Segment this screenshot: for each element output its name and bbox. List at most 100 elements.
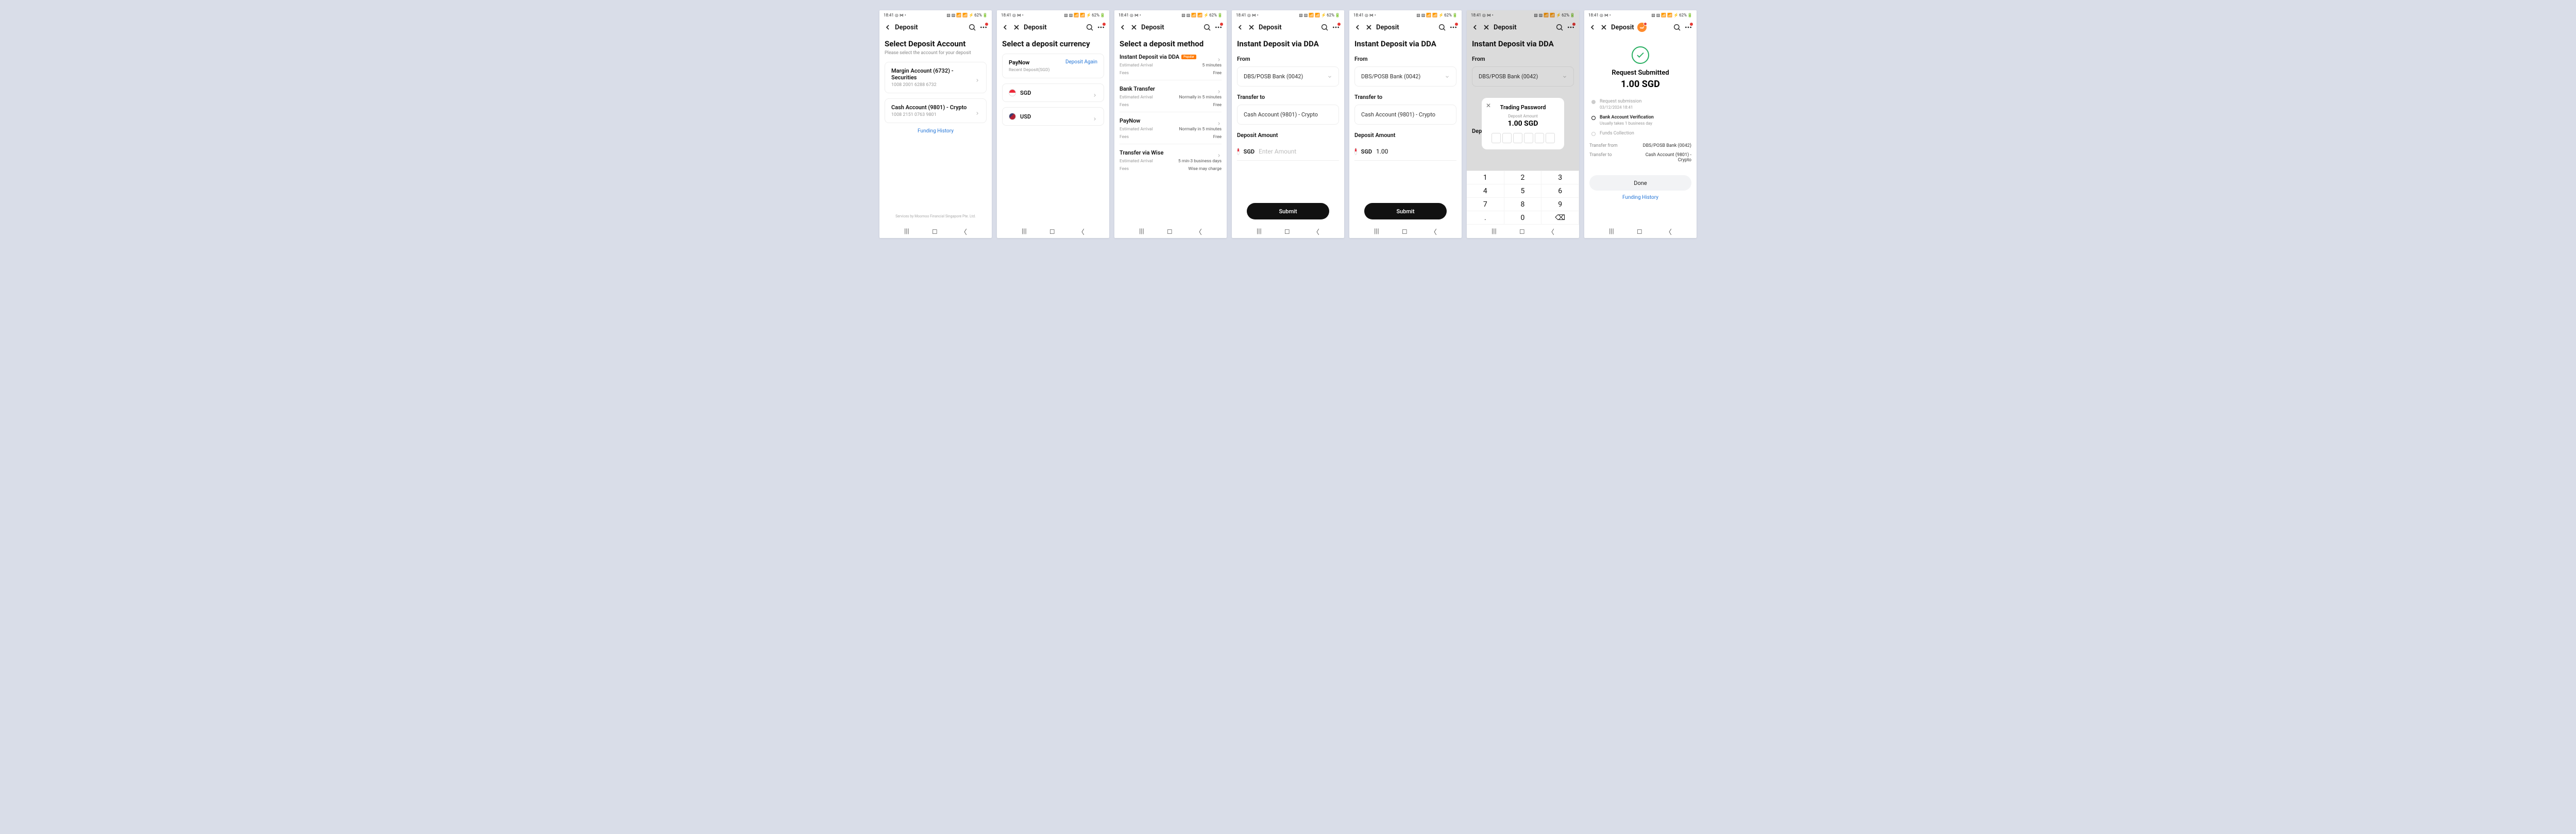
page-title: Select a deposit method [1120,39,1222,48]
more-icon[interactable] [1449,23,1458,31]
chevron-right-icon [975,75,980,80]
home-button[interactable]: ◻ [1637,228,1642,235]
flag-sg-icon [1009,89,1016,96]
recents-button[interactable]: ||| [1492,228,1497,235]
close-icon[interactable] [1012,23,1021,31]
key-6[interactable]: 6 [1541,184,1579,198]
page-title: Instant Deposit via DDA [1354,39,1456,48]
deposit-again-link[interactable]: Deposit Again [1065,59,1097,73]
amount-input[interactable] [1376,148,1456,155]
from-select[interactable]: DBS/POSB Bank (0042) [1354,66,1456,87]
key-backspace[interactable]: ⌫ [1541,211,1579,225]
key-4[interactable]: 4 [1467,184,1504,198]
more-icon[interactable] [1097,23,1105,31]
search-icon[interactable] [1086,23,1094,31]
back-icon[interactable] [1588,23,1597,31]
search-icon[interactable] [1320,23,1329,31]
android-nav-bar: ||| ◻ 〈 [879,225,992,238]
funding-history-link[interactable]: Funding History [1589,195,1691,200]
home-button[interactable]: ◻ [1284,228,1290,235]
close-icon[interactable] [1247,23,1256,31]
key-8[interactable]: 8 [1504,198,1542,211]
close-icon[interactable] [1600,23,1608,31]
close-icon[interactable] [1130,23,1138,31]
method-dda[interactable]: Instant Deposit via DDAPopular Estimated… [1120,48,1222,80]
recents-button[interactable]: ||| [1374,228,1379,235]
modal-title: Trading Password [1488,104,1558,111]
search-icon[interactable] [968,23,976,31]
done-button[interactable]: Done [1589,175,1691,191]
amount-input[interactable] [1259,148,1339,155]
password-cells[interactable] [1488,133,1558,143]
search-icon[interactable] [1438,23,1446,31]
key-0[interactable]: 0 [1504,211,1542,225]
recents-button[interactable]: ||| [1022,228,1027,235]
from-select[interactable]: DBS/POSB Bank (0042) [1237,66,1339,87]
key-5[interactable]: 5 [1504,184,1542,198]
back-button[interactable]: 〈 [1548,227,1554,236]
back-button[interactable]: 〈 [1313,227,1319,236]
back-button[interactable]: 〈 [1078,227,1084,236]
recents-button[interactable]: ||| [904,228,909,235]
status-bar: 18:41 ◎ ⋈ • ▧ ▨ 📶 📶 ⚡ 62%🔋 [1114,10,1227,19]
more-icon[interactable] [1684,23,1692,31]
applet-icon[interactable] [1637,23,1647,32]
back-icon[interactable] [884,23,892,31]
key-1[interactable]: 1 [1467,171,1504,184]
recents-button[interactable]: ||| [1609,228,1614,235]
currency-card-usd[interactable]: USD [1002,107,1104,126]
modal-close-icon[interactable]: ✕ [1486,102,1491,109]
trading-password-modal: ✕ Trading Password Deposit Amount 1.00 S… [1482,98,1564,149]
android-nav-bar: ||| ◻ 〈 [1467,225,1579,238]
submit-button[interactable]: Submit [1247,203,1329,219]
home-button[interactable]: ◻ [932,228,938,235]
recents-button[interactable]: ||| [1257,228,1262,235]
paynow-recent-card[interactable]: PayNow Recent Deposit(SGD) Deposit Again [1002,54,1104,78]
more-icon[interactable] [1214,23,1223,31]
more-icon[interactable] [1332,23,1340,31]
back-button[interactable]: 〈 [1665,227,1672,236]
submit-button[interactable]: Submit [1364,203,1447,219]
chevron-right-icon [1216,87,1222,92]
back-button[interactable]: 〈 [1195,227,1202,236]
search-icon[interactable] [1673,23,1681,31]
app-bar-title: Deposit [1024,24,1047,31]
home-button[interactable]: ◻ [1519,228,1525,235]
search-icon[interactable] [1203,23,1211,31]
key-7[interactable]: 7 [1467,198,1504,211]
popular-badge: Popular [1181,55,1196,59]
method-wise[interactable]: Transfer via Wise Estimated Arrival5 min… [1120,144,1222,176]
back-icon[interactable] [1236,23,1244,31]
footer-note: Services by Moomoo Financial Singapore P… [879,214,992,218]
home-button[interactable]: ◻ [1167,228,1173,235]
method-paynow[interactable]: PayNow Estimated ArrivalNormally in 5 mi… [1120,112,1222,144]
key-9[interactable]: 9 [1541,198,1579,211]
account-card[interactable]: Margin Account (6732) - Securities 1008 … [885,62,987,93]
timeline-item: Bank Account VerificationUsually takes 1… [1591,115,1689,126]
app-bar: Deposit [997,19,1109,36]
funding-history-link[interactable]: Funding History [885,128,987,134]
account-card[interactable]: Cash Account (9801) - Crypto 1008 2151 0… [885,98,987,123]
chevron-right-icon [1092,90,1097,95]
screen-request-submitted: 18:41 ◎ ⋈ • ▧ ▨ 📶 📶 ⚡ 62%🔋 Deposit Reque… [1584,10,1697,238]
currency-code: SGD [1020,90,1088,96]
key-dot[interactable]: . [1467,211,1504,225]
back-icon[interactable] [1118,23,1127,31]
recents-button[interactable]: ||| [1139,228,1144,235]
home-button[interactable]: ◻ [1402,228,1408,235]
back-icon[interactable] [1353,23,1362,31]
close-icon[interactable] [1365,23,1373,31]
back-button[interactable]: 〈 [960,227,967,236]
more-icon[interactable] [979,23,988,31]
notification-dot [1337,23,1341,26]
method-bank-transfer[interactable]: Bank Transfer Estimated ArrivalNormally … [1120,80,1222,112]
back-icon[interactable] [1001,23,1009,31]
app-bar: Deposit [1349,19,1462,36]
key-3[interactable]: 3 [1541,171,1579,184]
success-check-icon [1632,46,1649,64]
key-2[interactable]: 2 [1504,171,1542,184]
back-button[interactable]: 〈 [1430,227,1437,236]
currency-card-sgd[interactable]: SGD [1002,83,1104,102]
home-button[interactable]: ◻ [1049,228,1055,235]
app-bar-title: Deposit [1259,24,1282,31]
